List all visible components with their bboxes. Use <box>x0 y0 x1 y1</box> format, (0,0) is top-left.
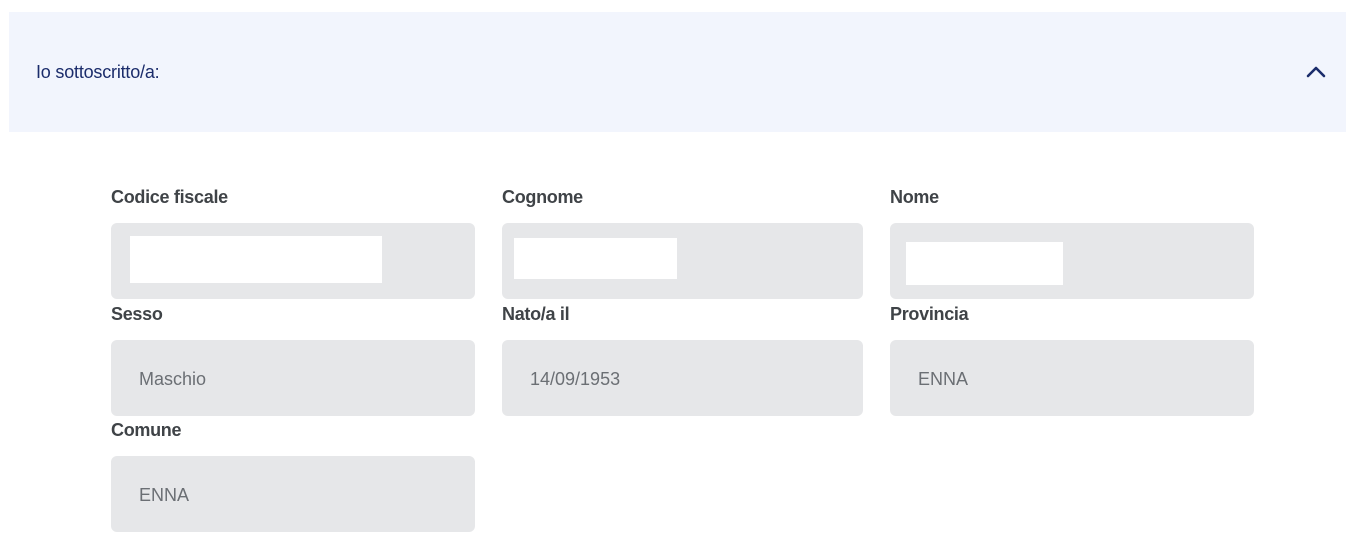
nato-il-field[interactable]: 14/09/1953 <box>502 340 863 416</box>
nato-il-label: Nato/a il <box>502 304 570 324</box>
codice-fiscale-label: Codice fiscale <box>111 187 228 207</box>
comune-value: ENNA <box>139 485 190 505</box>
provincia-label: Provincia <box>890 304 969 324</box>
nato-il-value: 14/09/1953 <box>530 369 621 389</box>
nome-field[interactable] <box>890 223 1254 299</box>
cognome-label: Cognome <box>502 187 583 207</box>
sesso-field[interactable]: Maschio <box>111 340 475 416</box>
provincia-value: ENNA <box>918 369 969 389</box>
sesso-value: Maschio <box>139 369 207 389</box>
redacted-block <box>130 236 382 283</box>
section-title: Io sottoscritto/a: <box>36 62 160 82</box>
comune-field[interactable]: ENNA <box>111 456 475 532</box>
comune-label: Comune <box>111 420 182 440</box>
sesso-label: Sesso <box>111 304 163 324</box>
provincia-field[interactable]: ENNA <box>890 340 1254 416</box>
codice-fiscale-field[interactable] <box>111 223 475 299</box>
cognome-field[interactable] <box>502 223 863 299</box>
redacted-block <box>906 242 1063 285</box>
redacted-block <box>514 238 677 279</box>
nome-label: Nome <box>890 187 939 207</box>
accordion-header[interactable]: Io sottoscritto/a: <box>9 12 1346 132</box>
chevron-up-icon[interactable] <box>1302 58 1330 86</box>
